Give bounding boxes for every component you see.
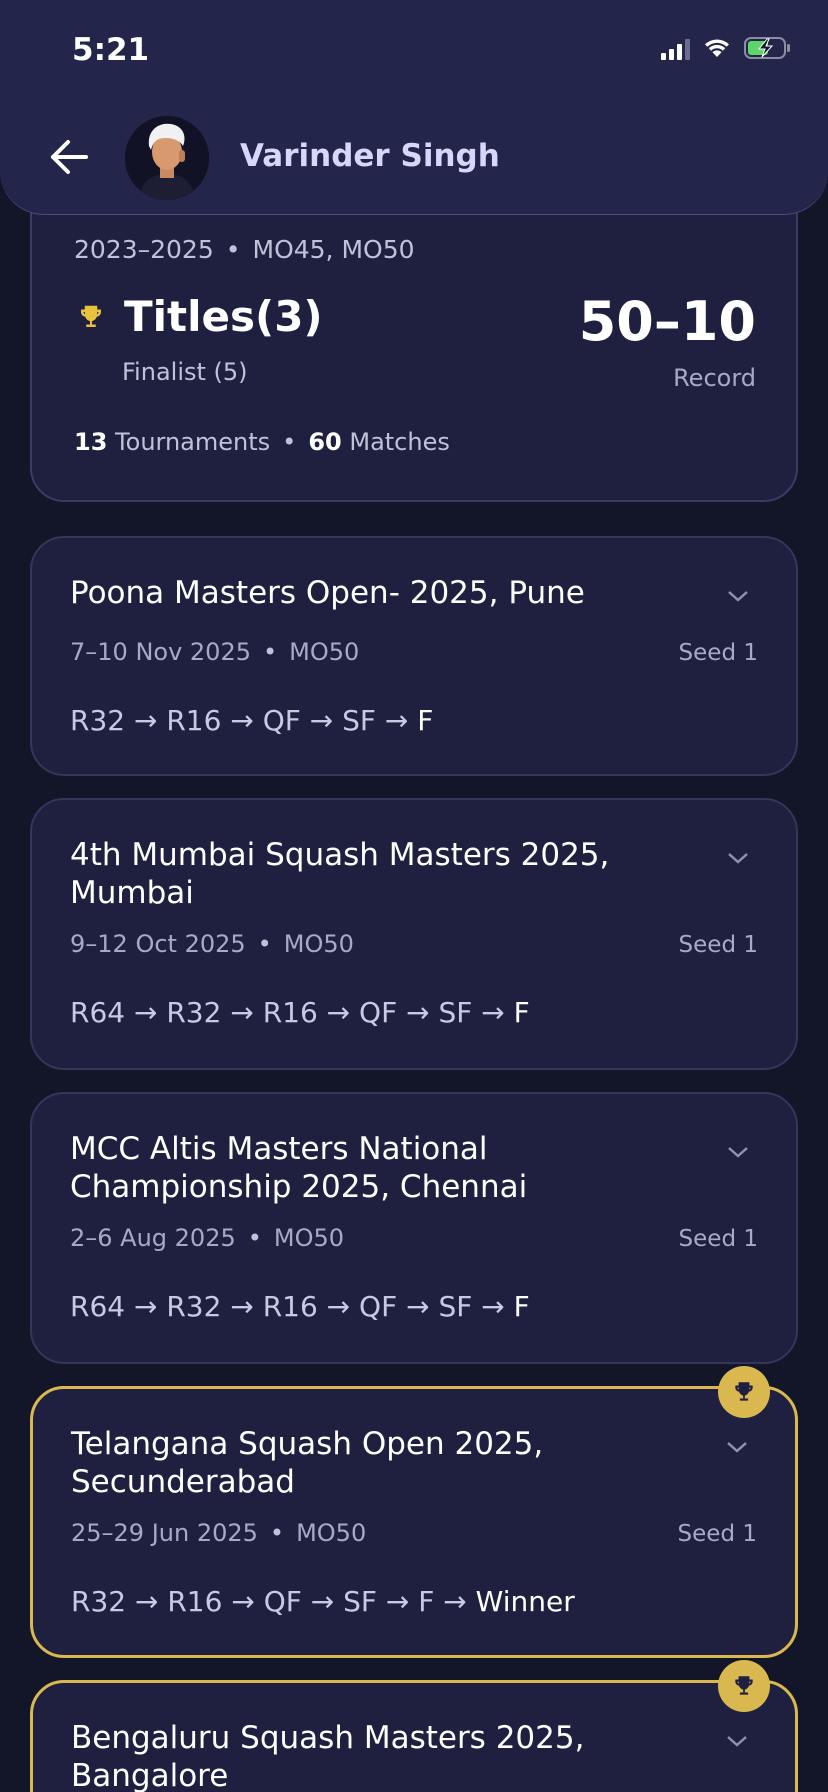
winner-trophy-badge	[718, 1660, 770, 1712]
progress-rounds: R32 → R16 → QF → SF →	[70, 704, 409, 737]
tournament-card-poona[interactable]: Poona Masters Open- 2025, Pune 7–10 Nov …	[30, 536, 798, 776]
avatar-illustration	[125, 116, 209, 200]
status-icons	[661, 36, 794, 60]
tournament-meta: 2–6 Aug 2025 • MO50	[70, 1224, 345, 1252]
finalist-count: Finalist (5)	[122, 358, 248, 386]
tournament-progress: R32 → R16 → QF → SF → F → Winner	[71, 1585, 575, 1618]
wifi-icon	[705, 39, 729, 57]
progress-final-step: F	[513, 996, 530, 1029]
progress-final-step: F	[417, 704, 434, 737]
tournament-card-telangana[interactable]: Telangana Squash Open 2025, Secunderabad…	[30, 1386, 798, 1658]
tournament-meta: 7–10 Nov 2025 • MO50	[70, 638, 360, 666]
tournament-card-bengaluru[interactable]: Bengaluru Squash Masters 2025, Bangalore	[30, 1680, 798, 1792]
tournament-title: Telangana Squash Open 2025, Secunderabad	[71, 1426, 544, 1500]
tournament-title: 4th Mumbai Squash Masters 2025, Mumbai	[70, 837, 610, 911]
tournament-dates: 7–10 Nov 2025	[70, 638, 251, 666]
summary-years: 2023–2025	[74, 235, 214, 264]
chevron-down-icon[interactable]	[725, 1733, 749, 1749]
chevron-down-icon[interactable]	[726, 1144, 750, 1160]
tournament-meta: 25–29 Jun 2025 • MO50	[71, 1519, 367, 1547]
chevron-down-icon[interactable]	[725, 1439, 749, 1455]
trophy-icon	[735, 1676, 753, 1695]
progress-rounds: R64 → R32 → R16 → QF → SF →	[70, 996, 505, 1029]
app-header: 5:21 Varinder Singh	[0, 0, 828, 215]
matches-label: Matches	[349, 428, 450, 456]
status-time: 5:21	[72, 32, 150, 68]
record-label: Record	[673, 364, 756, 392]
summary-categories: MO45, MO50	[252, 235, 415, 264]
progress-final-step: F	[513, 1290, 530, 1323]
tournament-progress: R32 → R16 → QF → SF → F	[70, 704, 433, 737]
back-button[interactable]	[44, 134, 94, 180]
chevron-down-icon[interactable]	[726, 588, 750, 604]
tournament-title: MCC Altis Masters National Championship …	[70, 1131, 528, 1205]
trophy-icon	[81, 305, 101, 327]
win-loss-record: 50–10	[578, 290, 756, 353]
summary-meta: 2023–2025 • MO45, MO50	[74, 235, 415, 264]
player-name: Varinder Singh	[240, 138, 500, 174]
winner-trophy-badge	[718, 1366, 770, 1418]
tournaments-label: Tournaments	[115, 428, 271, 456]
tournament-title: Poona Masters Open- 2025, Pune	[70, 575, 585, 611]
trophy-icon	[735, 1382, 753, 1401]
tournament-category: MO50	[289, 638, 360, 666]
tournament-dates: 9–12 Oct 2025	[70, 930, 246, 958]
tournament-seed: Seed 1	[678, 1226, 758, 1252]
tournament-title: Bengaluru Squash Masters 2025, Bangalore	[71, 1720, 585, 1792]
matches-count: 60	[308, 428, 342, 456]
battery-charging-icon	[744, 37, 790, 59]
tournament-card-chennai[interactable]: MCC Altis Masters National Championship …	[30, 1092, 798, 1364]
progress-rounds: R64 → R32 → R16 → QF → SF →	[70, 1290, 505, 1323]
tournaments-count: 13	[74, 428, 108, 456]
tournament-progress: R64 → R32 → R16 → QF → SF → F	[70, 1290, 530, 1323]
tournament-dates: 2–6 Aug 2025	[70, 1224, 236, 1252]
tournament-meta: 9–12 Oct 2025 • MO50	[70, 930, 354, 958]
tournament-category: MO50	[296, 1519, 367, 1547]
summary-counts: 13 Tournaments • 60 Matches	[74, 428, 450, 456]
tournament-seed: Seed 1	[678, 932, 758, 958]
arrow-left-icon	[51, 140, 88, 174]
chevron-down-icon[interactable]	[726, 850, 750, 866]
tournament-category: MO50	[283, 930, 354, 958]
tournament-card-mumbai[interactable]: 4th Mumbai Squash Masters 2025, Mumbai 9…	[30, 798, 798, 1070]
titles-count: Titles(3)	[124, 292, 323, 341]
tournament-category: MO50	[273, 1224, 345, 1252]
tournament-seed: Seed 1	[678, 640, 758, 666]
tournament-seed: Seed 1	[677, 1521, 757, 1547]
avatar[interactable]	[125, 116, 209, 200]
progress-rounds: R32 → R16 → QF → SF → F →	[71, 1585, 467, 1618]
titles-row: Titles(3)	[76, 292, 323, 341]
tournament-progress: R64 → R32 → R16 → QF → SF → F	[70, 996, 530, 1029]
progress-final-step: Winner	[475, 1585, 575, 1618]
cellular-signal-icon	[661, 36, 690, 60]
tournament-dates: 25–29 Jun 2025	[71, 1519, 258, 1547]
